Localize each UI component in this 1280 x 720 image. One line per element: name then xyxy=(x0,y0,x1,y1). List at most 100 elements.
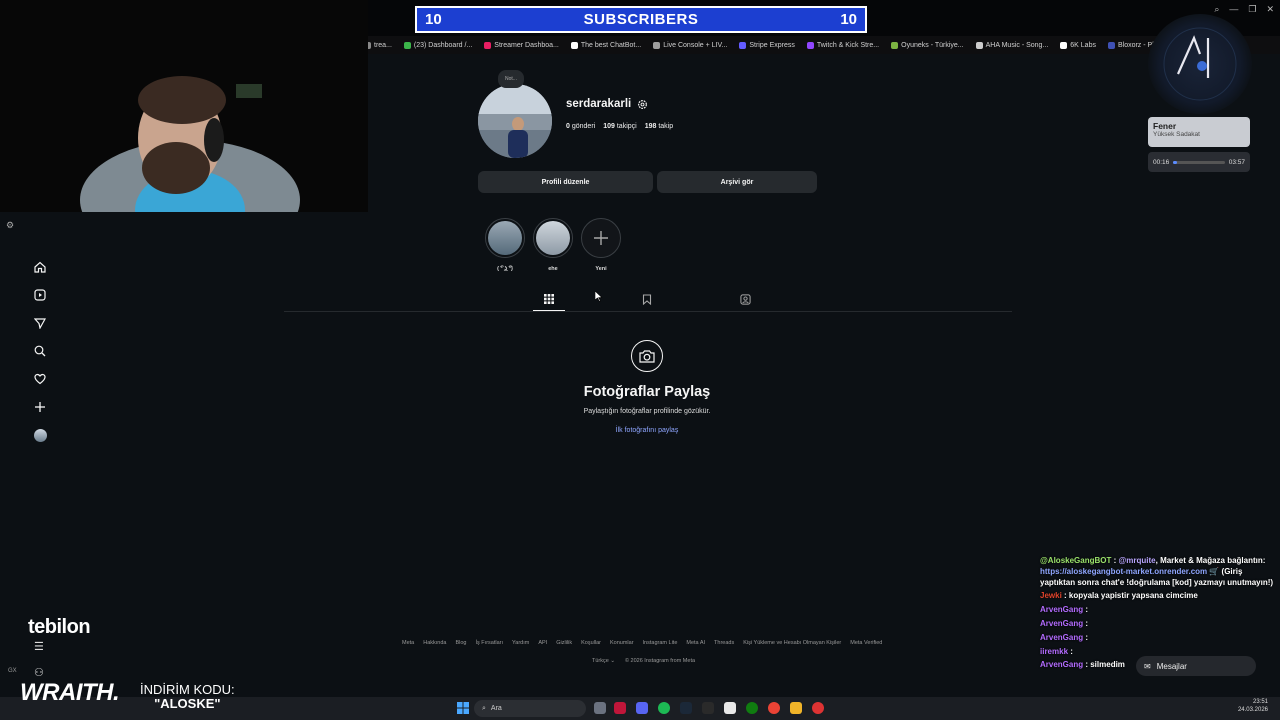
footer-link[interactable]: Koşullar xyxy=(581,640,601,646)
spotify-icon[interactable] xyxy=(658,702,670,714)
bookmark-item[interactable]: Oyuneks - Türkiye... xyxy=(891,41,964,49)
steam-icon[interactable] xyxy=(680,702,692,714)
highlight-item[interactable]: ( ͡° ͜ʖ ͡°) xyxy=(483,218,527,272)
total-time: 03:57 xyxy=(1228,158,1245,166)
bookmark-item[interactable]: (23) Dashboard /... xyxy=(403,41,472,49)
following-stat[interactable]: 198 takip xyxy=(645,123,673,130)
sponsor-tebilon: tebilon xyxy=(28,616,91,638)
close-icon[interactable]: ✕ xyxy=(1266,4,1274,15)
edit-profile-button[interactable]: Profili düzenle xyxy=(478,171,653,193)
windows-start-icon[interactable] xyxy=(457,701,469,714)
highlight-item[interactable]: Yeni xyxy=(579,218,623,272)
footer-link[interactable]: Kişi Yükleme ve Hesabı Olmayan Kişiler xyxy=(743,640,841,646)
epic-games-icon[interactable] xyxy=(702,702,714,714)
copyright-text: © 2026 Instagram from Meta xyxy=(624,658,696,664)
share-first-photo-link[interactable]: İlk fotoğrafını paylaş xyxy=(616,427,679,434)
discord-icon[interactable] xyxy=(636,702,648,714)
chat-message: @AloskeGangBOT : @mrquite, Market & Mağa… xyxy=(1040,556,1278,588)
chat-username[interactable]: iiremkk xyxy=(1040,647,1068,656)
taskbar-search-placeholder: Ara xyxy=(490,705,502,712)
bookmark-item[interactable]: trea... xyxy=(364,41,392,49)
footer-link[interactable]: Meta xyxy=(402,640,414,646)
heart-icon[interactable] xyxy=(31,370,49,388)
bookmark-favicon-icon xyxy=(570,41,578,49)
highlight-cover xyxy=(485,218,525,258)
footer-link[interactable]: Threads xyxy=(714,640,734,646)
footer-link[interactable]: Konumlar xyxy=(610,640,634,646)
search-icon[interactable] xyxy=(31,342,49,360)
search-icon[interactable]: ⌕ xyxy=(1214,4,1219,15)
channel-logo xyxy=(1148,14,1252,114)
capcut-icon[interactable] xyxy=(724,702,736,714)
reels-icon[interactable] xyxy=(31,286,49,304)
bookmark-item[interactable]: 6K Labs xyxy=(1060,41,1096,49)
note-bubble[interactable]: Not... xyxy=(498,70,524,88)
subscribers-count-right: 10 xyxy=(840,11,857,28)
camera-icon xyxy=(631,340,663,372)
progress-bar xyxy=(1173,160,1225,164)
chat-text: : kopyala yapistir yapsana cimcime xyxy=(1061,591,1198,601)
home-icon[interactable] xyxy=(31,258,49,276)
profile-avatar-icon[interactable] xyxy=(31,426,49,444)
footer-link[interactable]: Instagram Lite xyxy=(643,640,678,646)
bookmark-favicon-icon xyxy=(739,41,747,49)
task-view-icon[interactable] xyxy=(594,702,606,714)
tagged-icon xyxy=(739,294,751,305)
bookmark-favicon-icon xyxy=(975,41,983,49)
profile-avatar[interactable] xyxy=(478,84,552,158)
tab-posts[interactable] xyxy=(533,288,565,311)
file-explorer-icon[interactable] xyxy=(790,702,802,714)
footer-link[interactable]: Blog xyxy=(455,640,466,646)
followers-stat[interactable]: 109 takipçi xyxy=(603,123,636,130)
tab-tagged[interactable] xyxy=(729,288,761,311)
footer-link[interactable]: API xyxy=(538,640,547,646)
settings-gear-icon[interactable] xyxy=(637,99,648,110)
bookmark-item[interactable]: Streamer Dashboa... xyxy=(484,41,559,49)
obs-icon[interactable] xyxy=(812,702,824,714)
chat-username[interactable]: ArvenGang xyxy=(1040,605,1083,614)
chat-username[interactable]: ArvenGang xyxy=(1040,660,1083,669)
settings-icon[interactable]: ⚙ xyxy=(6,220,14,231)
footer-link[interactable]: Hakkında xyxy=(423,640,446,646)
minimize-icon[interactable]: — xyxy=(1229,4,1238,15)
chat-username[interactable]: Jewki xyxy=(1040,591,1062,600)
footer-link[interactable]: Meta Verified xyxy=(850,640,882,646)
clock-date: 24.03.2026 xyxy=(1237,706,1268,713)
chat-text: : xyxy=(1083,632,1089,642)
create-icon[interactable] xyxy=(31,398,49,416)
footer-link[interactable]: Gizlilik xyxy=(556,640,572,646)
instagram-sidebar xyxy=(22,258,58,444)
highlight-cover xyxy=(533,218,573,258)
menu-icon[interactable]: ☰ xyxy=(34,640,44,653)
highlight-item[interactable]: ehe xyxy=(531,218,575,272)
threads-icon[interactable]: ⚇ xyxy=(34,666,44,679)
chat-username[interactable]: @AloskeGangBOT xyxy=(1040,556,1111,565)
messages-pill[interactable]: ✉ Mesajlar xyxy=(1136,656,1256,676)
chat-message: Jewki : kopyala yapistir yapsana cimcime xyxy=(1040,591,1278,602)
bookmark-item[interactable]: The best ChatBot... xyxy=(570,41,641,49)
footer-link[interactable]: Yardım xyxy=(512,640,529,646)
bookmark-favicon-icon xyxy=(891,41,899,49)
bookmark-item[interactable]: Twitch & Kick Stre... xyxy=(806,41,879,49)
bookmark-label: AHA Music - Song... xyxy=(985,41,1049,49)
taskbar-search[interactable]: ⌕ Ara xyxy=(474,700,586,717)
maximize-icon[interactable]: ❐ xyxy=(1248,4,1256,15)
highlight-label: ( ͡° ͜ʖ ͡°) xyxy=(497,266,513,272)
profile-username: serdarakarli xyxy=(566,98,648,110)
language-selector[interactable]: Türkçe ⌄ xyxy=(592,658,615,664)
footer-link[interactable]: İş Fırsatları xyxy=(476,640,504,646)
bookmark-item[interactable]: Stripe Express xyxy=(739,41,795,49)
chat-link[interactable]: https://aloskegangbot-market.onrender.co… xyxy=(1040,567,1207,576)
chat-username[interactable]: ArvenGang xyxy=(1040,619,1083,628)
view-archive-button[interactable]: Arşivi gör xyxy=(657,171,817,193)
bookmark-item[interactable]: Live Console + LIV... xyxy=(653,41,727,49)
opera-gx-icon[interactable] xyxy=(614,702,626,714)
highlight-label: Yeni xyxy=(595,266,607,272)
tab-saved[interactable] xyxy=(631,288,663,311)
messages-icon[interactable] xyxy=(31,314,49,332)
chrome-icon[interactable] xyxy=(768,702,780,714)
footer-link[interactable]: Meta AI xyxy=(686,640,705,646)
bookmark-item[interactable]: AHA Music - Song... xyxy=(975,41,1049,49)
xbox-icon[interactable] xyxy=(746,702,758,714)
chat-username[interactable]: ArvenGang xyxy=(1040,633,1083,642)
